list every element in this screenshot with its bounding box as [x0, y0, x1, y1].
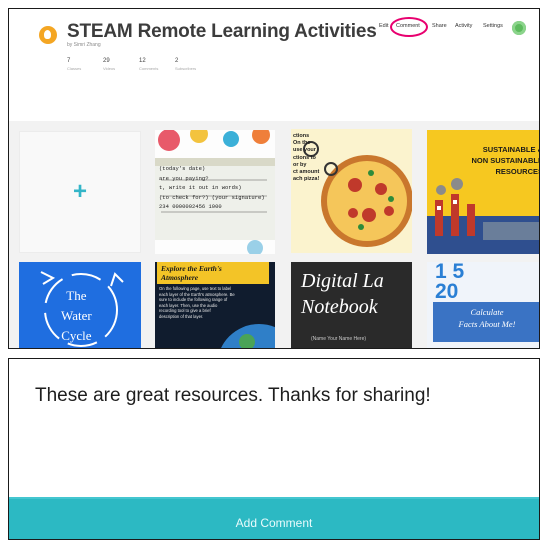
author-byline[interactable]: by Simri Zhang: [67, 42, 101, 48]
add-activity-card[interactable]: +: [19, 131, 141, 253]
stat-label: Classes: [67, 66, 82, 71]
board-screenshot-panel: STEAM Remote Learning Activities by Simr…: [8, 8, 540, 349]
comment-input[interactable]: These are great resources. Thanks for sh…: [35, 385, 431, 407]
stat-label: Videos: [103, 66, 116, 71]
calc-card-text: Calculate Facts About Me!: [458, 307, 516, 329]
nav-settings-link[interactable]: Settings: [483, 23, 503, 29]
stat-subscribers: 2 Subscribers: [175, 58, 205, 71]
sustainable-card-text: SUSTAINABLE & NON SUSTAINABLE RESOURCES: [471, 145, 540, 176]
activity-card-water-cycle[interactable]: The Water Cycle: [19, 262, 141, 348]
water-card-text: The Water Cycle: [61, 288, 92, 343]
calc-card-numbers: 1 5 20: [435, 262, 465, 303]
page-title: STEAM Remote Learning Activities: [67, 21, 377, 42]
activity-card-check-writing[interactable]: (today's date) are you paying? t, write …: [155, 130, 275, 254]
board-stats: 7 Classes 29 Videos 12 Comments 2 Subscr…: [67, 58, 211, 71]
plus-icon: +: [72, 178, 88, 205]
atmosphere-card-title: Explore the Earth's Atmosphere: [161, 264, 222, 282]
stat-classes: 7 Classes: [67, 58, 97, 71]
comment-highlight-circle: [390, 17, 428, 37]
check-card-text: (today's date) are you paying? t, write …: [159, 165, 265, 210]
stat-comments: 12 Comments: [139, 58, 169, 71]
stat-value: 12: [139, 58, 146, 64]
atmosphere-card-body: On the following page, use text to label…: [159, 286, 235, 319]
activity-card-pizza-fractions[interactable]: ctions On the use your ctions to or by c…: [291, 129, 412, 253]
add-comment-label: Add Comment: [235, 516, 313, 530]
pizza-card-text: ctions On the use your ctions to or by c…: [293, 133, 320, 183]
stat-value: 2: [175, 58, 179, 64]
stat-videos: 29 Videos: [103, 58, 133, 71]
notebook-card-name: (Name Your Name Here): [311, 336, 367, 342]
nav-activity-link[interactable]: Activity: [455, 23, 472, 29]
notebook-card-text: Digital La Notebook: [301, 270, 384, 318]
stat-label: Subscribers: [175, 66, 197, 71]
avatar-icon[interactable]: [512, 21, 526, 35]
comment-panel: These are great resources. Thanks for sh…: [8, 358, 540, 540]
stat-label: Comments: [139, 66, 159, 71]
stat-value: 7: [67, 58, 71, 64]
stat-value: 29: [103, 58, 110, 64]
activity-card-digital-notebook[interactable]: Digital La Notebook (Name Your Name Here…: [291, 262, 412, 348]
nav-share-link[interactable]: Share: [432, 23, 447, 29]
activity-grid: + (today's date) are you paying? t, writ…: [9, 121, 540, 348]
logo-icon: [39, 26, 57, 44]
activity-card-calculate-facts[interactable]: 1 5 20 Calculate Facts About Me!: [427, 262, 539, 348]
board-header: STEAM Remote Learning Activities by Simr…: [9, 9, 539, 121]
activity-card-atmosphere[interactable]: Explore the Earth's Atmosphere On the fo…: [155, 262, 275, 348]
add-comment-button[interactable]: Add Comment: [9, 497, 539, 539]
activity-card-sustainable-resources[interactable]: SUSTAINABLE & NON SUSTAINABLE RESOURCES: [427, 130, 540, 254]
nav-edit-link[interactable]: Edit: [379, 23, 388, 29]
